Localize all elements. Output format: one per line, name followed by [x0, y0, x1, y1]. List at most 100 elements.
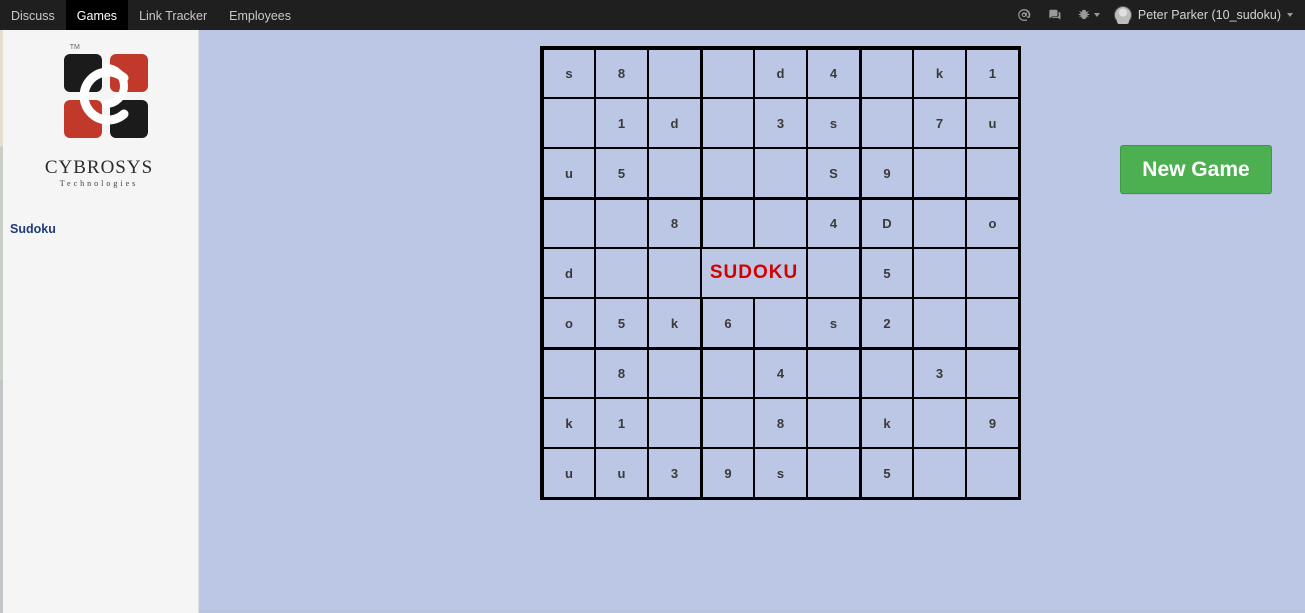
- sudoku-cell[interactable]: d: [754, 48, 807, 98]
- sudoku-cell[interactable]: 2: [860, 298, 913, 348]
- sudoku-cell[interactable]: [701, 48, 754, 98]
- sudoku-cell[interactable]: [595, 248, 648, 298]
- sudoku-cell[interactable]: 9: [966, 398, 1019, 448]
- sudoku-cell[interactable]: [860, 348, 913, 398]
- sudoku-cell[interactable]: [648, 348, 701, 398]
- sudoku-cell[interactable]: 1: [595, 398, 648, 448]
- sudoku-cell[interactable]: 4: [807, 198, 860, 248]
- sudoku-cell[interactable]: [701, 198, 754, 248]
- sudoku-cell[interactable]: [913, 298, 966, 348]
- sudoku-cell[interactable]: 9: [860, 148, 913, 198]
- sudoku-cell[interactable]: s: [807, 98, 860, 148]
- sudoku-cell[interactable]: [913, 148, 966, 198]
- nav-item-discuss[interactable]: Discuss: [0, 0, 66, 30]
- sudoku-cell[interactable]: d: [648, 98, 701, 148]
- chevron-down-icon: [1094, 13, 1100, 17]
- sudoku-cell[interactable]: u: [966, 98, 1019, 148]
- sudoku-cell[interactable]: [966, 448, 1019, 498]
- sudoku-cell[interactable]: 1: [595, 98, 648, 148]
- sudoku-cell[interactable]: 8: [595, 348, 648, 398]
- user-menu[interactable]: Peter Parker (10_sudoku): [1114, 6, 1293, 24]
- conversations-icon[interactable]: [1046, 7, 1062, 23]
- sudoku-cell[interactable]: 3: [754, 98, 807, 148]
- sudoku-cell[interactable]: [860, 48, 913, 98]
- sudoku-cell[interactable]: 4: [807, 48, 860, 98]
- sudoku-cell[interactable]: [701, 398, 754, 448]
- sudoku-grid: s8d4k11d3s7uu5S984DodSUDOKU5o5k6s2843k18…: [540, 46, 1021, 500]
- sudoku-cell[interactable]: [595, 198, 648, 248]
- nav-menu: Discuss Games Link Tracker Employees: [0, 0, 302, 30]
- sudoku-cell[interactable]: [807, 448, 860, 498]
- sudoku-cell[interactable]: u: [595, 448, 648, 498]
- sudoku-cell[interactable]: o: [966, 198, 1019, 248]
- sudoku-cell[interactable]: [648, 398, 701, 448]
- sudoku-cell[interactable]: s: [542, 48, 595, 98]
- sudoku-cell[interactable]: u: [542, 448, 595, 498]
- sidebar-item-sudoku[interactable]: Sudoku: [10, 222, 56, 236]
- top-nav: Discuss Games Link Tracker Employees Pet…: [0, 0, 1305, 30]
- sudoku-cell[interactable]: [913, 448, 966, 498]
- sudoku-cell[interactable]: [807, 348, 860, 398]
- sudoku-cell[interactable]: 8: [648, 198, 701, 248]
- sudoku-cell[interactable]: [542, 98, 595, 148]
- sudoku-cell[interactable]: [701, 348, 754, 398]
- sudoku-cell[interactable]: [966, 148, 1019, 198]
- sudoku-cell[interactable]: [966, 248, 1019, 298]
- sudoku-cell[interactable]: 5: [860, 248, 913, 298]
- sudoku-cell[interactable]: d: [542, 248, 595, 298]
- at-icon[interactable]: [1016, 7, 1032, 23]
- sudoku-cell[interactable]: 3: [648, 448, 701, 498]
- sudoku-cell[interactable]: 8: [595, 48, 648, 98]
- sudoku-cell[interactable]: [913, 198, 966, 248]
- sudoku-cell[interactable]: k: [648, 298, 701, 348]
- nav-systray: Peter Parker (10_sudoku): [1016, 0, 1305, 30]
- chevron-down-icon: [1287, 13, 1293, 17]
- logo-icon: [56, 46, 156, 146]
- nav-item-games[interactable]: Games: [66, 0, 128, 30]
- sudoku-cell[interactable]: 4: [754, 348, 807, 398]
- sudoku-cell[interactable]: k: [913, 48, 966, 98]
- sudoku-cell[interactable]: D: [860, 198, 913, 248]
- sudoku-cell[interactable]: [966, 348, 1019, 398]
- sudoku-cell[interactable]: 5: [595, 298, 648, 348]
- sudoku-cell[interactable]: [701, 98, 754, 148]
- sudoku-cell[interactable]: 5: [595, 148, 648, 198]
- sudoku-cell[interactable]: [966, 298, 1019, 348]
- sudoku-cell[interactable]: 9: [701, 448, 754, 498]
- sudoku-cell[interactable]: 7: [913, 98, 966, 148]
- sudoku-cell[interactable]: o: [542, 298, 595, 348]
- sudoku-cell[interactable]: s: [754, 448, 807, 498]
- sudoku-cell[interactable]: 3: [913, 348, 966, 398]
- sudoku-cell[interactable]: [542, 348, 595, 398]
- sudoku-cell[interactable]: [701, 148, 754, 198]
- sudoku-cell[interactable]: [807, 398, 860, 448]
- sudoku-cell[interactable]: s: [807, 298, 860, 348]
- sudoku-cell[interactable]: u: [542, 148, 595, 198]
- debug-menu[interactable]: [1076, 7, 1100, 23]
- trademark-label: TM: [70, 44, 80, 51]
- sudoku-cell[interactable]: k: [542, 398, 595, 448]
- sudoku-cell[interactable]: S: [807, 148, 860, 198]
- sudoku-cell[interactable]: [754, 198, 807, 248]
- new-game-button[interactable]: New Game: [1120, 145, 1272, 194]
- sudoku-cell[interactable]: [648, 248, 701, 298]
- brand-name: CYBROSYS: [0, 157, 198, 179]
- sudoku-cell[interactable]: [860, 98, 913, 148]
- sudoku-cell[interactable]: 1: [966, 48, 1019, 98]
- sudoku-cell[interactable]: [913, 248, 966, 298]
- sudoku-cell[interactable]: [542, 198, 595, 248]
- sudoku-cell[interactable]: [648, 48, 701, 98]
- sudoku-cell[interactable]: 5: [860, 448, 913, 498]
- sudoku-cell[interactable]: [754, 298, 807, 348]
- bug-icon: [1076, 7, 1092, 23]
- sudoku-cell[interactable]: k: [860, 398, 913, 448]
- sudoku-cell[interactable]: [648, 148, 701, 198]
- sudoku-cell[interactable]: 6: [701, 298, 754, 348]
- sudoku-cell[interactable]: [754, 148, 807, 198]
- content-area: s8d4k11d3s7uu5S984DodSUDOKU5o5k6s2843k18…: [199, 30, 1305, 613]
- nav-item-employees[interactable]: Employees: [218, 0, 302, 30]
- sudoku-cell[interactable]: [807, 248, 860, 298]
- nav-item-link-tracker[interactable]: Link Tracker: [128, 0, 218, 30]
- sudoku-cell[interactable]: 8: [754, 398, 807, 448]
- sudoku-cell[interactable]: [913, 398, 966, 448]
